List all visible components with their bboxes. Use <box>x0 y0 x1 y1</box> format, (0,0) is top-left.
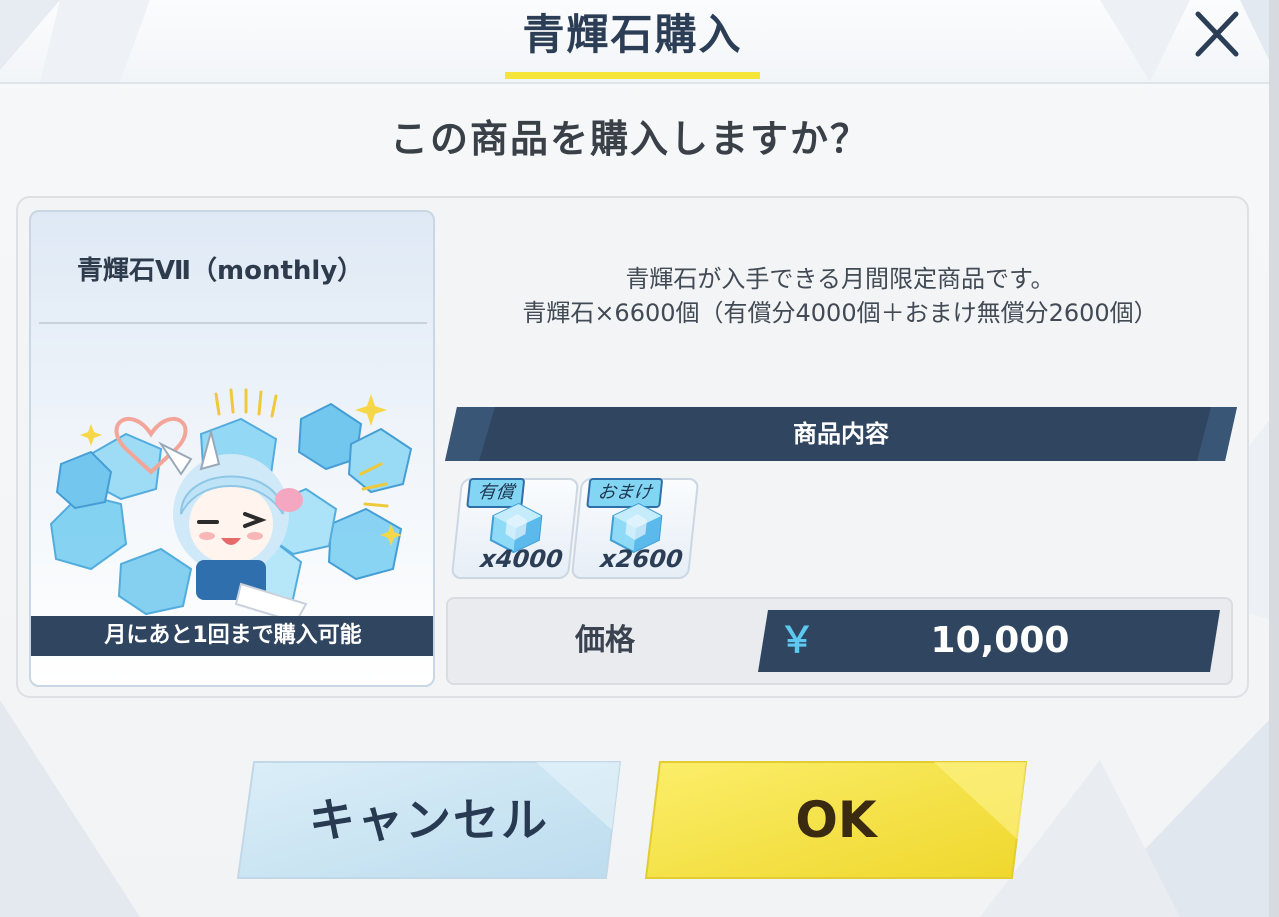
ok-button[interactable]: OK <box>644 760 1028 880</box>
close-icon <box>1195 11 1239 57</box>
yen-icon: ￥ <box>779 620 816 661</box>
title-underline <box>505 72 760 79</box>
contents-header: 商品内容 <box>793 420 889 448</box>
product-illustration <box>49 388 413 624</box>
dialog-title: 青輝石購入 <box>522 10 743 59</box>
ok-button-label: OK <box>795 791 877 849</box>
product-card: 青輝石Ⅶ（monthly） 月にあと1回まで購入可能 <box>29 210 435 687</box>
product-description: 青輝石が入手できる月間限定商品です。 青輝石×6600個（有償分4000個＋おま… <box>450 262 1230 330</box>
screen-edge <box>1269 0 1279 917</box>
price-value: 10,000 <box>930 620 1070 661</box>
item-bonus-pyroxene: おまけ x2600 <box>570 478 700 579</box>
item-paid-pyroxene: 有償 x4000 <box>450 478 580 579</box>
purchase-limit-banner: 月にあと1回まで購入可能 <box>31 616 433 656</box>
cancel-button[interactable]: キャンセル <box>236 760 622 880</box>
close-button[interactable] <box>1188 8 1248 64</box>
product-name: 青輝石Ⅶ（monthly） <box>77 256 364 286</box>
purchase-dialog: 青輝石購入 この商品を購入しますか？ 青輝石Ⅶ（monthly） 月にあと1回ま… <box>0 0 1269 917</box>
confirm-question: この商品を購入しますか？ <box>389 117 870 161</box>
item-quantity-paid: x4000 <box>479 545 565 573</box>
item-quantity-bonus: x2600 <box>599 545 685 573</box>
description-line-1: 青輝石が入手できる月間限定商品です。 <box>625 265 1055 293</box>
description-line-2: 青輝石×6600個（有償分4000個＋おまけ無償分2600個） <box>522 299 1158 327</box>
price-label: 価格 <box>575 623 635 658</box>
cancel-button-label: キャンセル <box>309 793 549 847</box>
